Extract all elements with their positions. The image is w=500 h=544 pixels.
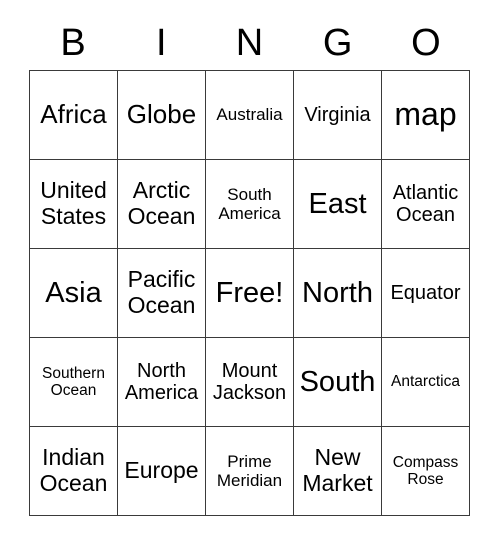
bingo-cell-label: Australia [216, 105, 283, 125]
bingo-cell-label: Mount Jackson [212, 359, 287, 404]
bingo-cell-label: Equator [390, 281, 461, 304]
bingo-cell-label: Europe [124, 457, 199, 484]
bingo-cell[interactable]: Pacific Ocean [118, 249, 206, 338]
bingo-cell[interactable]: Virginia [294, 71, 382, 160]
header-letter-i: I [156, 22, 167, 64]
bingo-cell[interactable]: Mount Jackson [206, 338, 294, 427]
bingo-cell[interactable]: Compass Rose [382, 427, 470, 516]
bingo-cell[interactable]: Arctic Ocean [118, 160, 206, 249]
bingo-cell[interactable]: Australia [206, 71, 294, 160]
bingo-cell[interactable]: Africa [30, 71, 118, 160]
bingo-cell[interactable]: North [294, 249, 382, 338]
bingo-cell-label: Prime Meridian [216, 451, 283, 490]
bingo-cell-label: Virginia [304, 103, 371, 126]
bingo-cell-label: North [302, 276, 373, 309]
bingo-cell[interactable]: Indian Ocean [30, 427, 118, 516]
bingo-cell[interactable]: United States [30, 160, 118, 249]
bingo-cell-label: South [299, 365, 376, 398]
bingo-cell[interactable]: South America [206, 160, 294, 249]
bingo-cell-label: New Market [302, 444, 373, 496]
bingo-cell[interactable]: Antarctica [382, 338, 470, 427]
bingo-cell[interactable]: Free! [206, 249, 294, 338]
bingo-cell-label: Africa [40, 99, 107, 130]
bingo-cell-label: East [308, 187, 367, 220]
bingo-cell-label: map [394, 96, 457, 133]
bingo-cell-label: Free! [215, 276, 284, 309]
bingo-cell[interactable]: Equator [382, 249, 470, 338]
bingo-cell-label: South America [218, 184, 281, 223]
bingo-cell-label: Compass Rose [392, 453, 459, 488]
bingo-cell[interactable]: Asia [30, 249, 118, 338]
bingo-cell-label: Globe [126, 99, 197, 130]
bingo-cell[interactable]: Southern Ocean [30, 338, 118, 427]
bingo-cell-label: Indian Ocean [39, 444, 108, 496]
bingo-cell-label: United States [40, 177, 107, 229]
header-letter-n: N [235, 22, 264, 64]
bingo-card: B I N G O Africa Globe Australia Virginia ma… [0, 0, 500, 544]
bingo-cell[interactable]: North America [118, 338, 206, 427]
header-letter-o: O [411, 22, 441, 64]
bingo-cell[interactable]: Globe [118, 71, 206, 160]
bingo-cell-label: Atlantic Ocean [392, 181, 459, 226]
bingo-header: B I N G O [29, 18, 470, 68]
bingo-cell[interactable]: South [294, 338, 382, 427]
bingo-cell[interactable]: Prime Meridian [206, 427, 294, 516]
bingo-cell-label: Arctic Ocean [127, 177, 196, 229]
bingo-cell[interactable]: New Market [294, 427, 382, 516]
bingo-cell-label: Southern Ocean [42, 364, 105, 399]
bingo-cell-label: Asia [45, 276, 102, 309]
bingo-grid: Africa Globe Australia Virginia map United St… [29, 70, 470, 516]
bingo-cell-label: Pacific Ocean [127, 266, 196, 318]
bingo-cell-label: Antarctica [391, 373, 460, 391]
bingo-cell[interactable]: map [382, 71, 470, 160]
header-letter-g: G [322, 22, 353, 64]
bingo-cell-label: North America [124, 359, 199, 404]
bingo-cell[interactable]: Europe [118, 427, 206, 516]
bingo-cell[interactable]: Atlantic Ocean [382, 160, 470, 249]
header-letter-b: B [60, 22, 86, 64]
bingo-cell[interactable]: East [294, 160, 382, 249]
